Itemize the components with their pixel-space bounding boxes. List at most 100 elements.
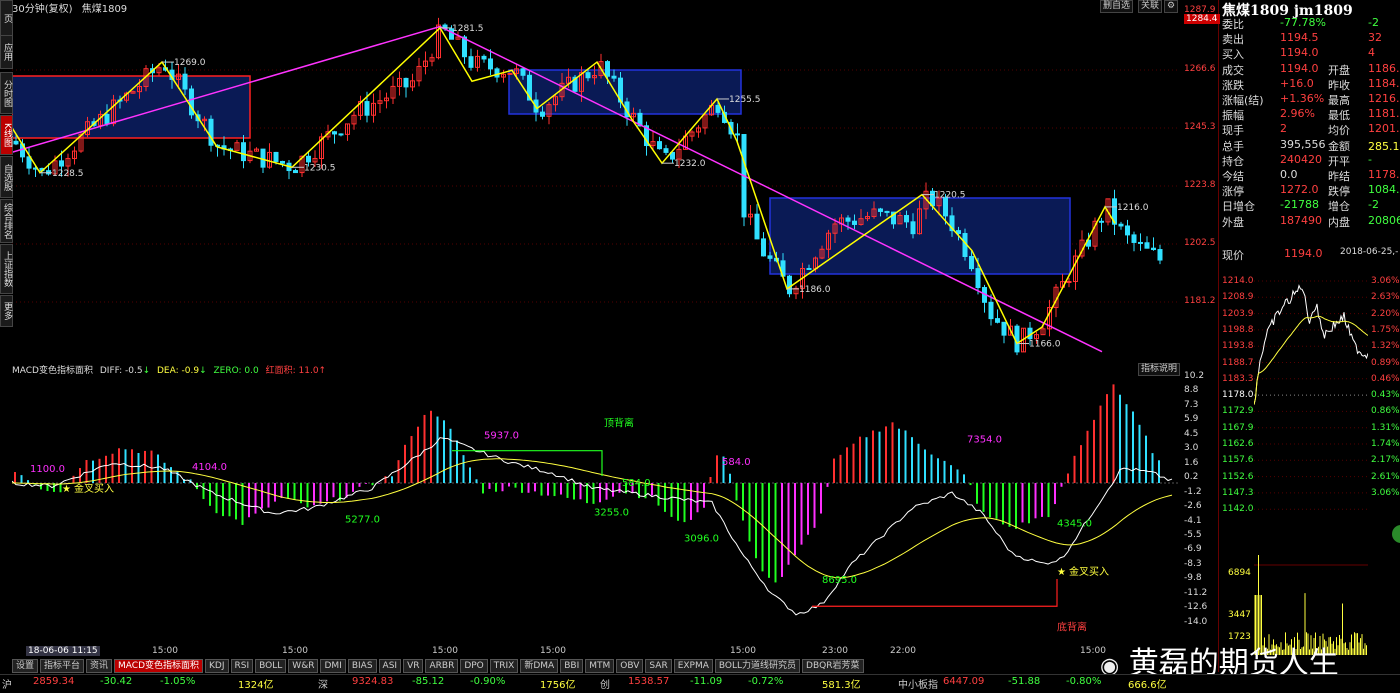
indicator-tab-OBV[interactable]: OBV: [616, 659, 644, 673]
status-item: -0.80%: [1066, 676, 1102, 687]
candle-body: [1151, 247, 1156, 251]
indicator-tab-ASI[interactable]: ASI: [378, 659, 402, 673]
intraday-left-tick: 1147.3: [1222, 487, 1254, 498]
indicator-tab-BOLL[interactable]: BOLL: [255, 659, 287, 673]
status-item: 深: [318, 680, 328, 691]
quote-row: 总手 395,556金额 285.1亿: [1220, 138, 1400, 153]
quote-row: 今结 0.0 昨结 1178.0: [1220, 168, 1400, 183]
status-item: 2859.34: [33, 676, 75, 687]
market-status-bar: 沪 2859.34 -30.42 -1.05% 1324亿 深 9324.83 -85.12 -…: [0, 674, 1400, 693]
price-label: 1281.5: [452, 24, 484, 34]
status-item: -85.12: [412, 676, 445, 687]
side-tab-4[interactable]: 自选股: [0, 156, 13, 198]
indicator-tab-MACD变色指标面积[interactable]: MACD变色指标面积: [114, 659, 204, 673]
indicator-tab-新DMA[interactable]: 新DMA: [520, 659, 559, 673]
price-axis-tick: 1266.6: [1184, 64, 1216, 74]
side-tab-1[interactable]: 应用: [0, 35, 13, 69]
side-tab-3[interactable]: K线图: [0, 115, 13, 155]
indicator-tab-资讯[interactable]: 资讯: [86, 659, 113, 673]
macd-chart[interactable]: 1100.0 4104.0 5277.0 5937.0 3255.0 3096.0 584.…: [12, 374, 1180, 644]
macd-area-label-red: 584.0: [722, 457, 751, 468]
indicator-tab-MTM[interactable]: MTM: [585, 659, 615, 673]
intraday-right-tick: 1.31%: [1371, 422, 1400, 433]
bottom-divergence-label: 底背离: [1057, 620, 1087, 633]
price-label: 1220.5: [934, 191, 966, 201]
status-item: 1324亿: [238, 680, 274, 691]
indicator-tab-指标平台[interactable]: 指标平台: [40, 659, 85, 673]
intraday-chart[interactable]: [1254, 275, 1368, 655]
indicator-tab-DMI[interactable]: DMI: [320, 659, 346, 673]
indicator-tab-EXPMA[interactable]: EXPMA: [673, 659, 713, 673]
macd-area-label: 1100.0: [30, 464, 65, 475]
quote-label: 现手: [1222, 124, 1244, 138]
quote-row: 涨幅(结) +1.36%最高 1216.0: [1220, 92, 1400, 107]
status-item: 581.3亿: [822, 680, 861, 691]
quote-value: +16.0: [1280, 76, 1314, 90]
price-label: 1255.5: [729, 95, 761, 105]
indicator-tab-RSI[interactable]: RSI: [230, 659, 254, 673]
quote-label: 跌停: [1328, 185, 1350, 199]
candle-body: [585, 72, 591, 79]
candle-body: [488, 58, 493, 70]
indicator-tab-BOLL力道线研究员[interactable]: BOLL力道线研究员: [714, 659, 801, 673]
candle-body: [988, 301, 994, 320]
intraday-left-tick: 1172.9: [1222, 406, 1254, 417]
quote-label: 最低: [1328, 109, 1350, 123]
quote-label: 昨收: [1328, 78, 1350, 92]
indicator-tab-VR[interactable]: VR: [403, 659, 424, 673]
indicator-tab-设置[interactable]: 设置: [12, 659, 39, 673]
candle-body: [715, 104, 721, 113]
intraday-right-tick: 3.06%: [1371, 276, 1400, 286]
macd-axis-tick: -9.8: [1184, 573, 1202, 584]
quote-label: 成交: [1222, 63, 1244, 77]
candle-body: [1066, 280, 1072, 283]
macd-axis-tick: -6.9: [1184, 544, 1202, 555]
quote-row: 委比 -77.78% -2: [1220, 16, 1400, 31]
candle-body: [468, 56, 474, 68]
intraday-volume-tick: 6894: [1228, 568, 1251, 578]
indicator-tab-DBQR岩芳菜[interactable]: DBQR岩芳菜: [802, 659, 864, 673]
quote-value: 240420: [1280, 152, 1322, 166]
price-label: 1228.5: [52, 169, 84, 179]
indicator-tab-BIAS[interactable]: BIAS: [347, 659, 377, 673]
side-tab-2[interactable]: 分时图: [0, 72, 13, 114]
side-tab-7[interactable]: 更多: [0, 295, 13, 327]
quote-label: 金额: [1328, 139, 1350, 153]
candle-body: [761, 238, 766, 257]
side-tab-0[interactable]: 页: [0, 0, 13, 36]
indicator-tab-KDJ[interactable]: KDJ: [205, 659, 229, 673]
quote-label: 买入: [1222, 48, 1244, 62]
candle-body: [494, 68, 500, 78]
candle-body: [59, 160, 64, 167]
candle-body: [735, 133, 740, 136]
status-item: -0.72%: [748, 676, 784, 687]
indicator-tab-DPO[interactable]: DPO: [460, 659, 488, 673]
indicator-tab-TRIX[interactable]: TRIX: [489, 659, 519, 673]
candle-body: [910, 221, 916, 235]
quote-value: 285.1亿: [1368, 139, 1400, 153]
intraday-left-tick: 1157.6: [1222, 455, 1254, 466]
indicator-tab-ARBR[interactable]: ARBR: [425, 659, 459, 673]
candle-body: [13, 140, 19, 145]
indicator-tab-SAR[interactable]: SAR: [645, 659, 672, 673]
candle-body: [1138, 241, 1143, 244]
candle-body: [611, 75, 617, 79]
macd-axis-tick: -11.2: [1184, 587, 1208, 598]
quote-label: 涨跌: [1222, 78, 1244, 92]
indicator-tab-BBI[interactable]: BBI: [560, 659, 584, 673]
status-item: 1538.57: [628, 676, 670, 687]
quote-row: 持仓 240420 开平 -: [1220, 153, 1400, 168]
indicator-tab-W&R[interactable]: W&R: [288, 659, 319, 673]
time-tick: 22:00: [890, 646, 916, 656]
status-item: -0.90%: [470, 676, 506, 687]
macd-area-label: 4345.0: [1057, 518, 1092, 529]
quote-value: 1186.0: [1368, 61, 1400, 75]
quote-label: 委比: [1222, 18, 1244, 31]
quote-value: -2: [1368, 198, 1379, 212]
time-tick: 15:00: [152, 646, 178, 656]
macd-axis-tick: 8.8: [1184, 385, 1199, 396]
candlestick-chart[interactable]: 1269.0 1228.5 1230.5 1281.5 1255.5 1232.0 1186…: [12, 12, 1180, 362]
candle-body: [1157, 249, 1163, 261]
side-tab-5[interactable]: 综合排名: [0, 199, 13, 243]
side-tab-6[interactable]: 上证指数: [0, 244, 13, 294]
